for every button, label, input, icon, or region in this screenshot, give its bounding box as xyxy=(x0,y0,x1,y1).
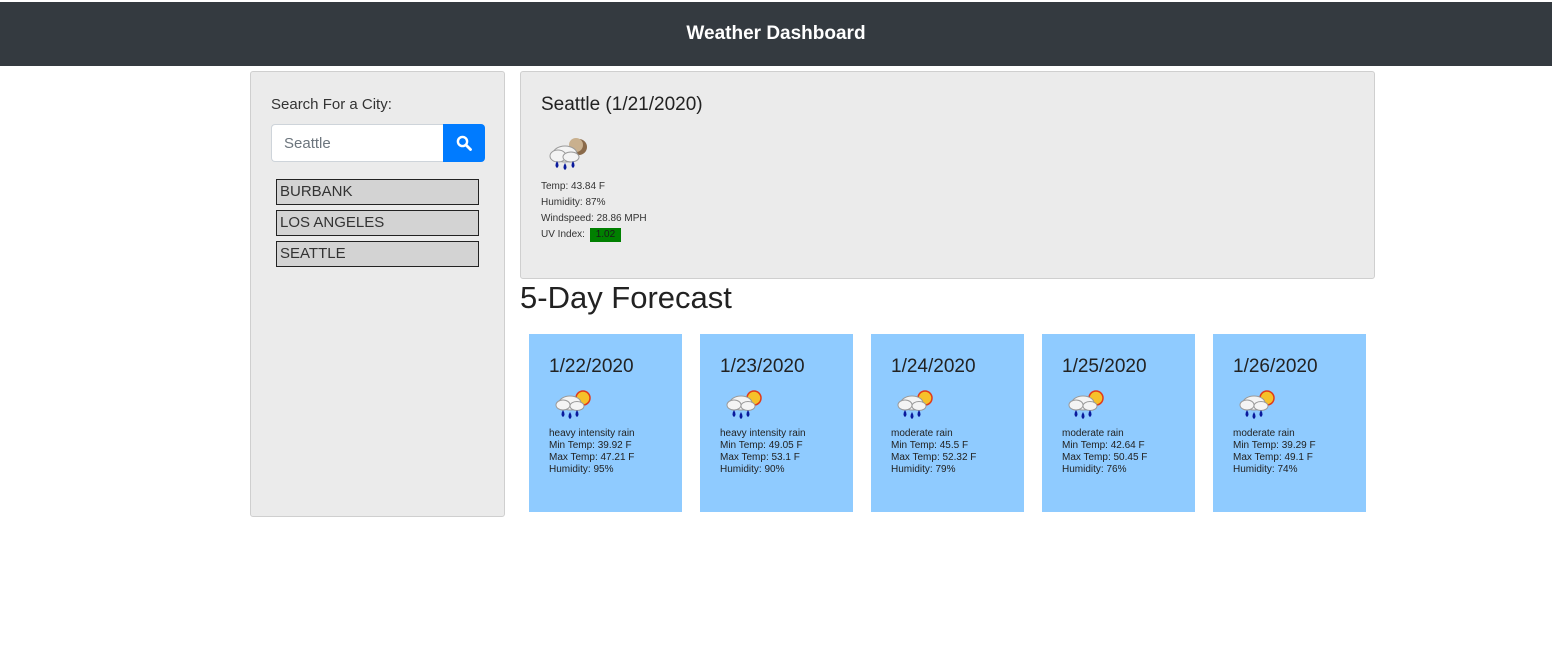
forecast-details: moderate rain Min Temp: 45.5 F Max Temp:… xyxy=(891,428,976,476)
forecast-date: 1/22/2020 xyxy=(549,356,634,377)
history-item[interactable]: LOS ANGELES xyxy=(276,210,479,236)
rain-sun-icon xyxy=(897,390,933,419)
forecast-min-temp: Min Temp: 45.5 F xyxy=(891,440,969,451)
forecast-description: moderate rain xyxy=(1233,428,1295,439)
forecast-humidity: Humidity: 79% xyxy=(891,464,956,475)
forecast-card: 1/26/2020 moderate rain Min Temp: 39.29 … xyxy=(1213,334,1366,512)
header-bar: Weather Dashboard xyxy=(0,2,1552,66)
forecast-humidity: Humidity: 95% xyxy=(549,464,614,475)
forecast-details: heavy intensity rain Min Temp: 39.92 F M… xyxy=(549,428,635,476)
forecast-card: 1/25/2020 moderate rain Min Temp: 42.64 … xyxy=(1042,334,1195,512)
search-history-list: BURBANK LOS ANGELES SEATTLE xyxy=(276,179,479,272)
rain-night-icon xyxy=(549,138,587,170)
forecast-max-temp: Max Temp: 53.1 F xyxy=(720,452,800,463)
forecast-min-temp: Min Temp: 39.92 F xyxy=(549,440,632,451)
forecast-min-temp: Min Temp: 42.64 F xyxy=(1062,440,1145,451)
forecast-max-temp: Max Temp: 52.32 F xyxy=(891,452,977,463)
history-item[interactable]: SEATTLE xyxy=(276,241,479,267)
search-icon xyxy=(456,135,472,151)
rain-sun-icon xyxy=(1239,390,1275,419)
forecast-description: moderate rain xyxy=(891,428,953,439)
forecast-details: moderate rain Min Temp: 42.64 F Max Temp… xyxy=(1062,428,1147,476)
forecast-date: 1/23/2020 xyxy=(720,356,805,377)
forecast-humidity: Humidity: 76% xyxy=(1062,464,1127,475)
forecast-card: 1/22/2020 heavy intensity rain Min Temp:… xyxy=(529,334,682,512)
rain-sun-icon xyxy=(555,390,591,419)
current-uv-row: UV Index: 1.02 xyxy=(541,227,647,243)
current-windspeed: Windspeed: 28.86 MPH xyxy=(541,213,647,224)
current-stats: Temp: 43.84 F Humidity: 87% Windspeed: 2… xyxy=(541,179,647,243)
forecast-humidity: Humidity: 74% xyxy=(1233,464,1298,475)
forecast-max-temp: Max Temp: 47.21 F xyxy=(549,452,635,463)
search-panel: Search For a City: BURBANK LOS ANGELES S… xyxy=(250,71,505,517)
forecast-min-temp: Min Temp: 39.29 F xyxy=(1233,440,1316,451)
rain-sun-icon xyxy=(1068,390,1104,419)
forecast-max-temp: Max Temp: 49.1 F xyxy=(1233,452,1313,463)
rain-sun-icon xyxy=(726,390,762,419)
forecast-description: heavy intensity rain xyxy=(549,428,635,439)
uv-index-badge: 1.02 xyxy=(589,228,622,242)
forecast-humidity: Humidity: 90% xyxy=(720,464,785,475)
history-item[interactable]: BURBANK xyxy=(276,179,479,205)
current-weather-card: Seattle (1/21/2020) Temp: 43.84 F Humidi… xyxy=(520,71,1375,279)
forecast-details: heavy intensity rain Min Temp: 49.05 F M… xyxy=(720,428,806,476)
forecast-min-temp: Min Temp: 49.05 F xyxy=(720,440,803,451)
forecast-details: moderate rain Min Temp: 39.29 F Max Temp… xyxy=(1233,428,1316,476)
forecast-card: 1/24/2020 moderate rain Min Temp: 45.5 F… xyxy=(871,334,1024,512)
forecast-date: 1/26/2020 xyxy=(1233,356,1318,377)
current-humidity: Humidity: 87% xyxy=(541,197,606,208)
forecast-date: 1/24/2020 xyxy=(891,356,976,377)
search-group xyxy=(271,124,485,162)
search-label: Search For a City: xyxy=(271,96,392,113)
forecast-date: 1/25/2020 xyxy=(1062,356,1147,377)
forecast-description: heavy intensity rain xyxy=(720,428,806,439)
forecast-description: moderate rain xyxy=(1062,428,1124,439)
current-temp: Temp: 43.84 F xyxy=(541,181,605,192)
search-button[interactable] xyxy=(443,124,485,162)
page-title: Weather Dashboard xyxy=(686,23,866,44)
search-input[interactable] xyxy=(271,124,443,162)
forecast-max-temp: Max Temp: 50.45 F xyxy=(1062,452,1148,463)
current-city-title: Seattle (1/21/2020) xyxy=(541,94,703,115)
forecast-heading: 5-Day Forecast xyxy=(520,280,732,315)
forecast-card: 1/23/2020 heavy intensity rain Min Temp:… xyxy=(700,334,853,512)
uv-label: UV Index: xyxy=(541,229,585,240)
